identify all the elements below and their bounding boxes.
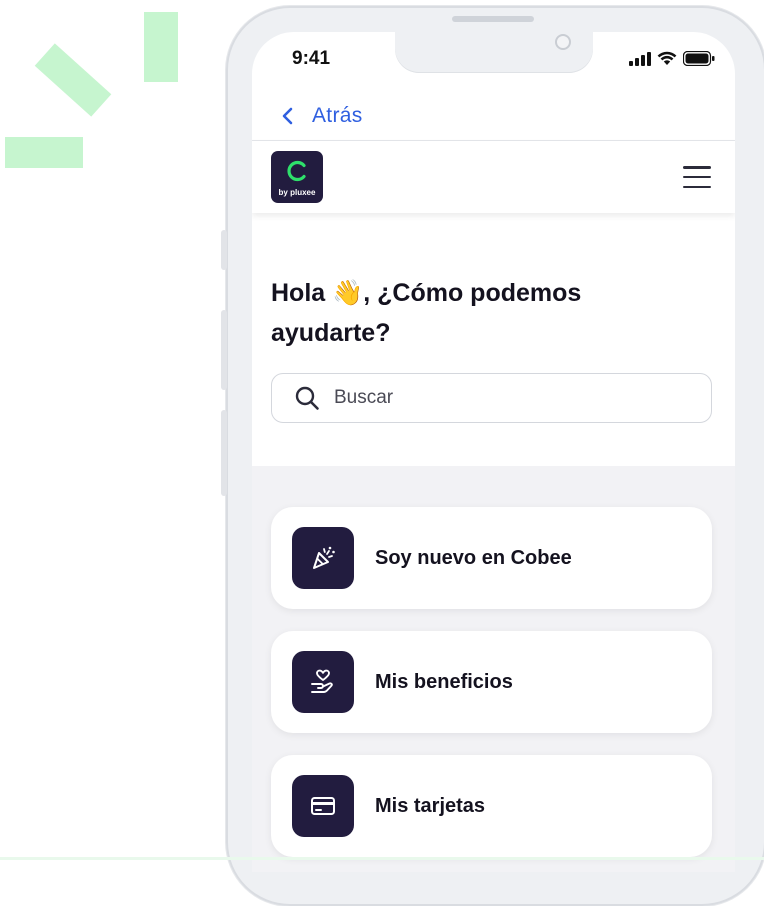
- party-popper-icon: [292, 527, 354, 589]
- hamburger-menu-button[interactable]: [683, 166, 711, 188]
- phone-screen: 9:41 Atrás by pluxee Hola 👋, ¿Cómo podem…: [252, 32, 735, 872]
- phone-side-button: [221, 410, 227, 496]
- party-popper-glyph: [313, 546, 335, 569]
- decorative-shape: [34, 43, 112, 117]
- navigation-bar: Atrás: [252, 92, 735, 141]
- logo-text: by pluxee: [278, 188, 316, 197]
- phone-side-button: [221, 310, 227, 390]
- search-box[interactable]: [271, 373, 712, 423]
- page-title: Hola 👋, ¿Cómo podemos ayudarte?: [271, 279, 582, 347]
- status-icons: [629, 51, 715, 66]
- menu-line: [683, 175, 711, 179]
- app-logo[interactable]: by pluxee: [271, 151, 323, 203]
- phone-notch: [395, 32, 593, 73]
- app-header: by pluxee: [252, 141, 735, 213]
- topic-card-cards[interactable]: Mis tarjetas: [271, 755, 712, 857]
- phone-side-button: [221, 230, 227, 270]
- wifi-icon: [657, 51, 677, 65]
- topic-label: Mis beneficios: [375, 670, 513, 693]
- hero-section: Hola 👋, ¿Cómo podemos ayudarte?: [252, 213, 735, 466]
- credit-card-glyph: [311, 797, 335, 815]
- search-icon: [295, 386, 319, 410]
- topic-label: Soy nuevo en Cobee: [375, 546, 572, 569]
- back-button[interactable]: Atrás: [312, 104, 363, 128]
- camera-icon: [555, 34, 571, 50]
- cobee-logo-icon: [287, 160, 306, 182]
- topic-card-new-user[interactable]: Soy nuevo en Cobee: [271, 507, 712, 609]
- signal-icon: [629, 51, 651, 66]
- credit-card-icon: [292, 775, 354, 837]
- chevron-left-icon[interactable]: [278, 106, 298, 126]
- help-topics-list: Soy nuevo en Cobee Mis beneficios Mis ta…: [252, 466, 735, 872]
- topic-card-benefits[interactable]: Mis beneficios: [271, 631, 712, 733]
- status-time: 9:41: [292, 48, 331, 69]
- menu-line: [683, 185, 711, 188]
- decorative-shape: [5, 137, 83, 168]
- battery-icon: [683, 51, 715, 66]
- search-input[interactable]: [332, 386, 676, 410]
- menu-line: [683, 166, 711, 169]
- hand-heart-glyph: [311, 669, 333, 693]
- phone-speaker: [452, 16, 534, 22]
- hand-heart-icon: [292, 651, 354, 713]
- topic-label: Mis tarjetas: [375, 794, 486, 817]
- decorative-shape: [144, 12, 178, 82]
